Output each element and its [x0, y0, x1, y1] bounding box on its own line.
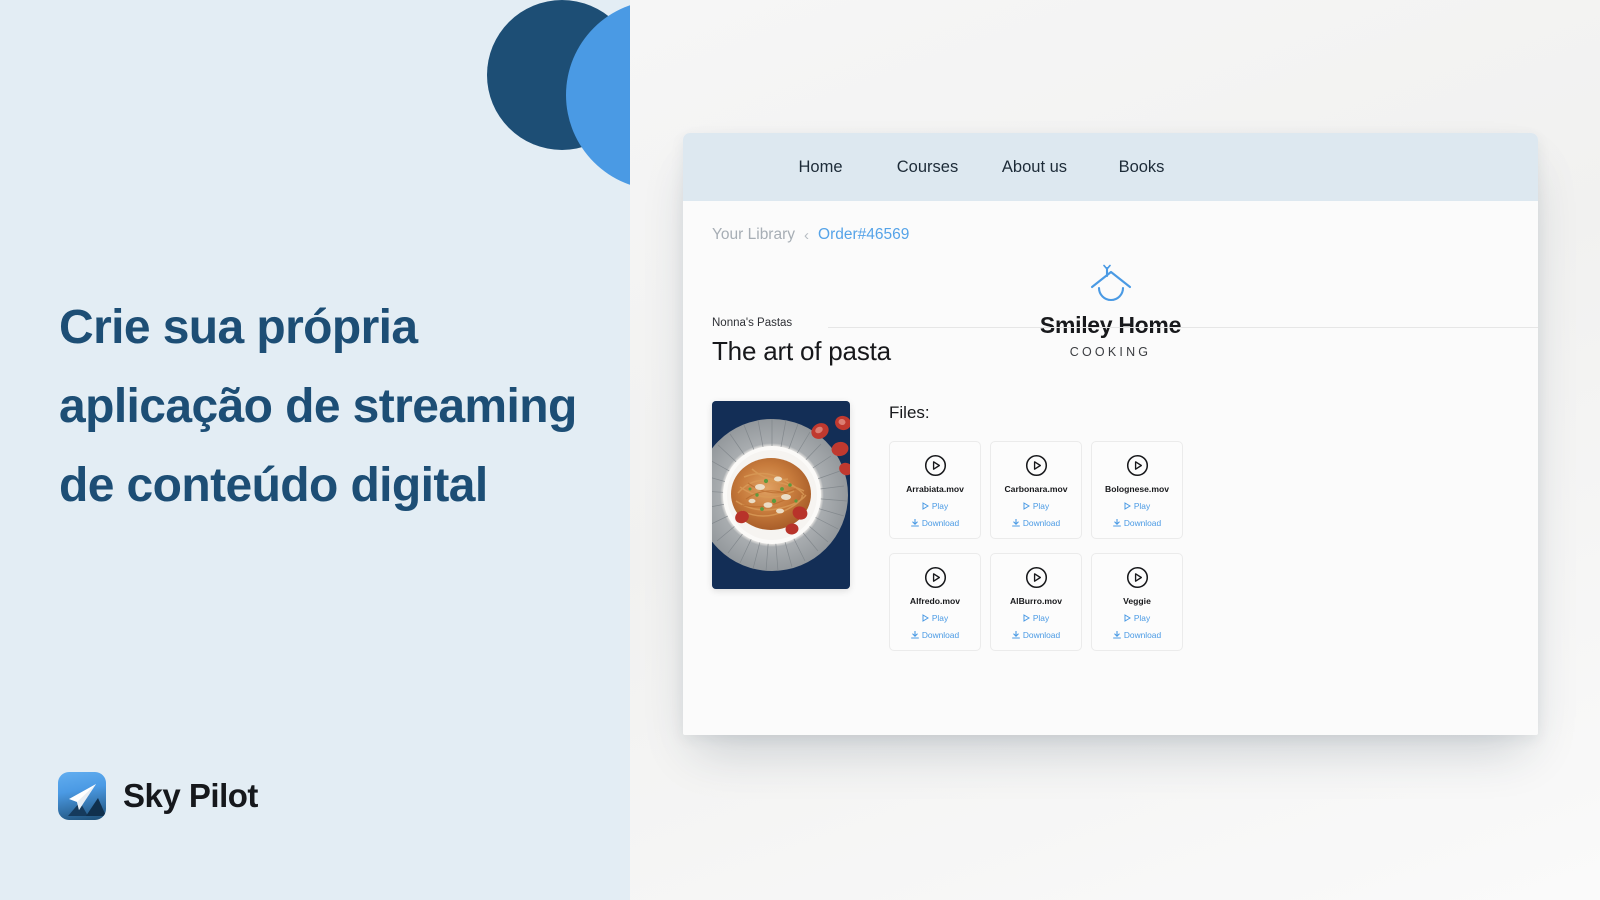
file-download-action[interactable]: Download: [1112, 518, 1162, 528]
course-title-block: Nonna's Pastas The art of pasta: [712, 317, 891, 367]
download-icon: [1011, 519, 1020, 527]
file-play-label: Play: [1032, 501, 1050, 511]
file-name: Carbonara.mov: [1004, 484, 1068, 494]
play-circle-icon: [1126, 454, 1149, 477]
play-triangle-icon: [1023, 614, 1030, 622]
chevron-left-icon: ‹: [804, 226, 810, 244]
download-icon: [1112, 631, 1121, 639]
play-triangle-icon: [922, 614, 929, 622]
play-triangle-icon: [922, 502, 929, 510]
file-download-label: Download: [921, 630, 960, 640]
breadcrumb-your-library[interactable]: Your Library: [712, 226, 795, 244]
file-download-action[interactable]: Download: [1011, 518, 1061, 528]
file-download-label: Download: [1123, 518, 1162, 528]
file-download-action[interactable]: Download: [910, 518, 960, 528]
play-circle-icon: [1025, 566, 1048, 589]
play-circle-icon: [924, 566, 947, 589]
file-download-label: Download: [1022, 630, 1061, 640]
left-promo-panel: Crie sua própria aplicação de streaming …: [0, 0, 630, 900]
right-showcase-panel: Home Courses About us Books Your Library…: [630, 0, 1600, 900]
dish-thumbnail: [712, 401, 850, 589]
title-divider: [828, 327, 1538, 328]
paper-plane-icon: [58, 772, 106, 820]
store-logo-tagline: COOKING: [1069, 345, 1152, 359]
course-title: The art of pasta: [712, 336, 891, 366]
course-content-row: Files: Arrabiata.mov Play Download Carbo…: [712, 401, 1183, 651]
file-play-action[interactable]: Play: [1023, 501, 1049, 511]
nav-item-courses[interactable]: Courses: [874, 158, 981, 177]
smiley-house-icon: [1084, 263, 1138, 308]
breadcrumb-order[interactable]: Order#46569: [818, 226, 909, 244]
file-card[interactable]: Arrabiata.mov Play Download: [889, 441, 981, 539]
file-card[interactable]: Carbonara.mov Play Download: [990, 441, 1082, 539]
nav-item-about-us[interactable]: About us: [981, 158, 1088, 177]
play-triangle-icon: [1124, 502, 1131, 510]
download-icon: [1011, 631, 1020, 639]
browser-window-mockup: Home Courses About us Books Your Library…: [683, 133, 1538, 735]
file-play-label: Play: [931, 613, 949, 623]
breadcrumb: Your Library ‹ Order#46569: [683, 226, 1538, 244]
file-card[interactable]: Alfredo.mov Play Download: [889, 553, 981, 651]
files-grid: Arrabiata.mov Play Download Carbonara.mo…: [889, 441, 1183, 651]
file-download-label: Download: [921, 518, 960, 528]
file-name: Alfredo.mov: [909, 596, 961, 606]
file-card[interactable]: Bolognese.mov Play Download: [1091, 441, 1183, 539]
file-name: Arrabiata.mov: [906, 484, 964, 494]
file-play-label: Play: [1032, 613, 1050, 623]
browser-content: Your Library ‹ Order#46569 Smiley Home C…: [683, 201, 1538, 735]
files-section: Files: Arrabiata.mov Play Download Carbo…: [889, 401, 1183, 651]
download-icon: [910, 631, 919, 639]
file-card[interactable]: Veggie Play Download: [1091, 553, 1183, 651]
file-play-action[interactable]: Play: [1124, 501, 1150, 511]
file-name: Bolognese.mov: [1105, 484, 1169, 494]
nav-item-home[interactable]: Home: [767, 158, 874, 177]
site-navigation: Home Courses About us Books: [683, 133, 1538, 201]
file-name: AlBurro.mov: [1009, 596, 1063, 606]
sky-pilot-wordmark: Sky Pilot: [123, 777, 258, 814]
file-download-action[interactable]: Download: [1112, 630, 1162, 640]
file-play-label: Play: [1133, 501, 1151, 511]
store-logo-name: Smiley Home: [1039, 312, 1182, 338]
play-circle-icon: [1126, 566, 1149, 589]
course-eyebrow: Nonna's Pastas: [712, 317, 793, 329]
page-headline: Crie sua própria aplicação de streaming …: [59, 301, 577, 513]
play-triangle-icon: [1023, 502, 1030, 510]
file-download-label: Download: [1123, 630, 1162, 640]
file-play-label: Play: [1133, 613, 1151, 623]
screenshot-root: Crie sua própria aplicação de streaming …: [0, 0, 1600, 900]
play-triangle-icon: [1124, 614, 1131, 622]
file-download-action[interactable]: Download: [910, 630, 960, 640]
file-play-action[interactable]: Play: [1023, 613, 1049, 623]
file-card[interactable]: AlBurro.mov Play Download: [990, 553, 1082, 651]
play-circle-icon: [924, 454, 947, 477]
file-download-action[interactable]: Download: [1011, 630, 1061, 640]
file-play-action[interactable]: Play: [922, 613, 948, 623]
file-play-action[interactable]: Play: [1124, 613, 1150, 623]
download-icon: [1112, 519, 1121, 527]
files-label: Files:: [889, 403, 930, 422]
nav-item-books[interactable]: Books: [1088, 158, 1195, 177]
file-play-label: Play: [931, 501, 949, 511]
file-play-action[interactable]: Play: [922, 501, 948, 511]
download-icon: [910, 519, 919, 527]
sky-pilot-logo: Sky Pilot: [58, 772, 258, 820]
file-download-label: Download: [1022, 518, 1061, 528]
file-name: Veggie: [1123, 596, 1151, 606]
play-circle-icon: [1025, 454, 1048, 477]
